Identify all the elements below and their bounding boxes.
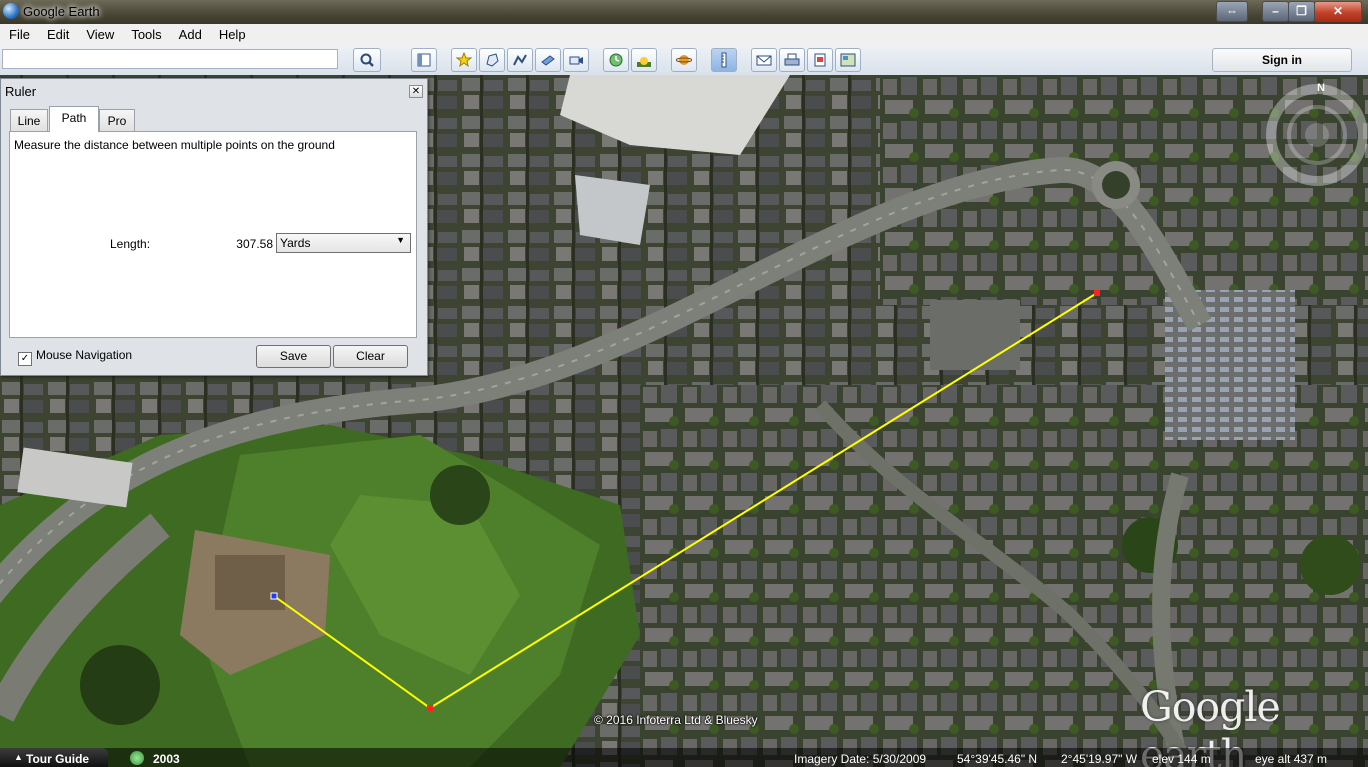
- email-icon: [756, 55, 772, 66]
- hide-sidebar-button[interactable]: [411, 48, 437, 72]
- ruler-close-button[interactable]: ✕: [409, 85, 423, 98]
- ruler-button[interactable]: [711, 48, 737, 72]
- historical-imagery-icon: [609, 53, 623, 67]
- save-button[interactable]: Save: [256, 345, 331, 368]
- mouse-navigation-checkbox[interactable]: ✓ Mouse Navigation: [18, 348, 132, 366]
- search-button[interactable]: [353, 48, 381, 72]
- tab-path[interactable]: Path: [49, 106, 99, 132]
- path-vertex-point[interactable]: [427, 705, 433, 711]
- imagery-copyright: © 2016 Infoterra Ltd & Bluesky: [594, 713, 758, 727]
- window-title: Google Earth: [23, 4, 100, 19]
- view-in-maps-icon: [840, 53, 856, 67]
- switch-planet-button[interactable]: [671, 48, 697, 72]
- window-title-bar: Google Earth ⇔ – ❐ ✕: [0, 0, 1368, 24]
- search-input[interactable]: [2, 49, 338, 69]
- add-path-button[interactable]: [507, 48, 533, 72]
- length-value: 307.58: [236, 237, 273, 251]
- ruler-dialog: Ruler ✕ Line Path Pro Measure the distan…: [0, 78, 428, 376]
- status-bar: Imagery Date: 5/30/2009 54°39'45.46" N 2…: [0, 748, 1368, 767]
- add-image-overlay-button[interactable]: [535, 48, 561, 72]
- menu-tools[interactable]: Tools: [122, 24, 169, 45]
- google-earth-app-icon: [3, 3, 19, 19]
- save-image-button[interactable]: [807, 48, 833, 72]
- add-placemark-button[interactable]: [451, 48, 477, 72]
- path-end-point[interactable]: [1094, 290, 1100, 296]
- minimize-button[interactable]: –: [1262, 1, 1289, 22]
- menu-file[interactable]: File: [0, 24, 38, 45]
- add-overlay-icon: [541, 55, 555, 66]
- view-in-maps-button[interactable]: [835, 48, 861, 72]
- menu-help[interactable]: Help: [210, 24, 254, 45]
- elevation-readout: elev 144 m: [1152, 752, 1211, 766]
- save-image-icon: [814, 53, 826, 67]
- print-icon: [784, 53, 800, 66]
- menu-edit[interactable]: Edit: [38, 24, 77, 45]
- menu-add[interactable]: Add: [170, 24, 210, 45]
- add-placemark-icon: [455, 51, 473, 68]
- switch-planet-icon: [675, 55, 693, 65]
- switch-view-button[interactable]: ⇔: [1216, 1, 1248, 22]
- menu-bar: File Edit View Tools Add Help: [0, 24, 1368, 45]
- historical-imagery-button[interactable]: [603, 48, 629, 72]
- tab-pro[interactable]: Pro: [99, 109, 135, 131]
- email-button[interactable]: [751, 48, 777, 72]
- add-polygon-icon: [486, 53, 499, 67]
- menu-view[interactable]: View: [77, 24, 122, 45]
- checkbox-check-icon[interactable]: ✓: [18, 352, 32, 366]
- expand-arrow-icon: ▲: [14, 752, 23, 762]
- sunlight-icon: [637, 57, 651, 67]
- eye-altitude-readout: eye alt 437 m: [1255, 752, 1328, 766]
- close-button[interactable]: ✕: [1314, 1, 1362, 22]
- unit-select[interactable]: Yards ▼: [276, 233, 411, 253]
- compass-north-label: N: [1317, 82, 1325, 94]
- search-icon: [360, 53, 374, 67]
- record-tour-button[interactable]: [563, 48, 589, 72]
- record-tour-icon: [569, 56, 583, 65]
- add-polygon-button[interactable]: [479, 48, 505, 72]
- print-button[interactable]: [779, 48, 805, 72]
- add-path-icon: [513, 54, 527, 66]
- tour-guide-label: Tour Guide: [26, 752, 90, 766]
- ruler-description: Measure the distance between multiple po…: [14, 138, 335, 152]
- unit-select-value: Yards: [280, 236, 311, 250]
- longitude-readout: 2°45'19.97" W: [1061, 752, 1138, 766]
- chevron-down-icon: ▼: [396, 235, 405, 245]
- mouse-navigation-label: Mouse Navigation: [36, 348, 133, 362]
- sign-in-button[interactable]: Sign in: [1212, 48, 1352, 72]
- historical-imagery-icon[interactable]: [130, 751, 144, 765]
- ruler-dialog-title: Ruler: [5, 84, 37, 99]
- sunlight-button[interactable]: [631, 48, 657, 72]
- clear-button[interactable]: Clear: [333, 345, 408, 368]
- tab-line[interactable]: Line: [10, 109, 48, 131]
- ruler-icon: [721, 52, 727, 68]
- maximize-button[interactable]: ❐: [1288, 1, 1315, 22]
- latitude-readout: 54°39'45.46" N: [957, 752, 1038, 766]
- tour-guide-button[interactable]: ▲ Tour Guide: [0, 748, 108, 767]
- hide-sidebar-icon: [417, 53, 431, 67]
- imagery-date: Imagery Date: 5/30/2009: [794, 752, 927, 766]
- toolbar: Sign in: [0, 45, 1368, 76]
- path-start-point[interactable]: [270, 592, 278, 600]
- ruler-tab-panel: Measure the distance between multiple po…: [9, 131, 417, 338]
- imagery-year: 2003: [153, 752, 180, 766]
- navigation-compass[interactable]: [1257, 80, 1367, 190]
- length-label: Length:: [110, 237, 151, 251]
